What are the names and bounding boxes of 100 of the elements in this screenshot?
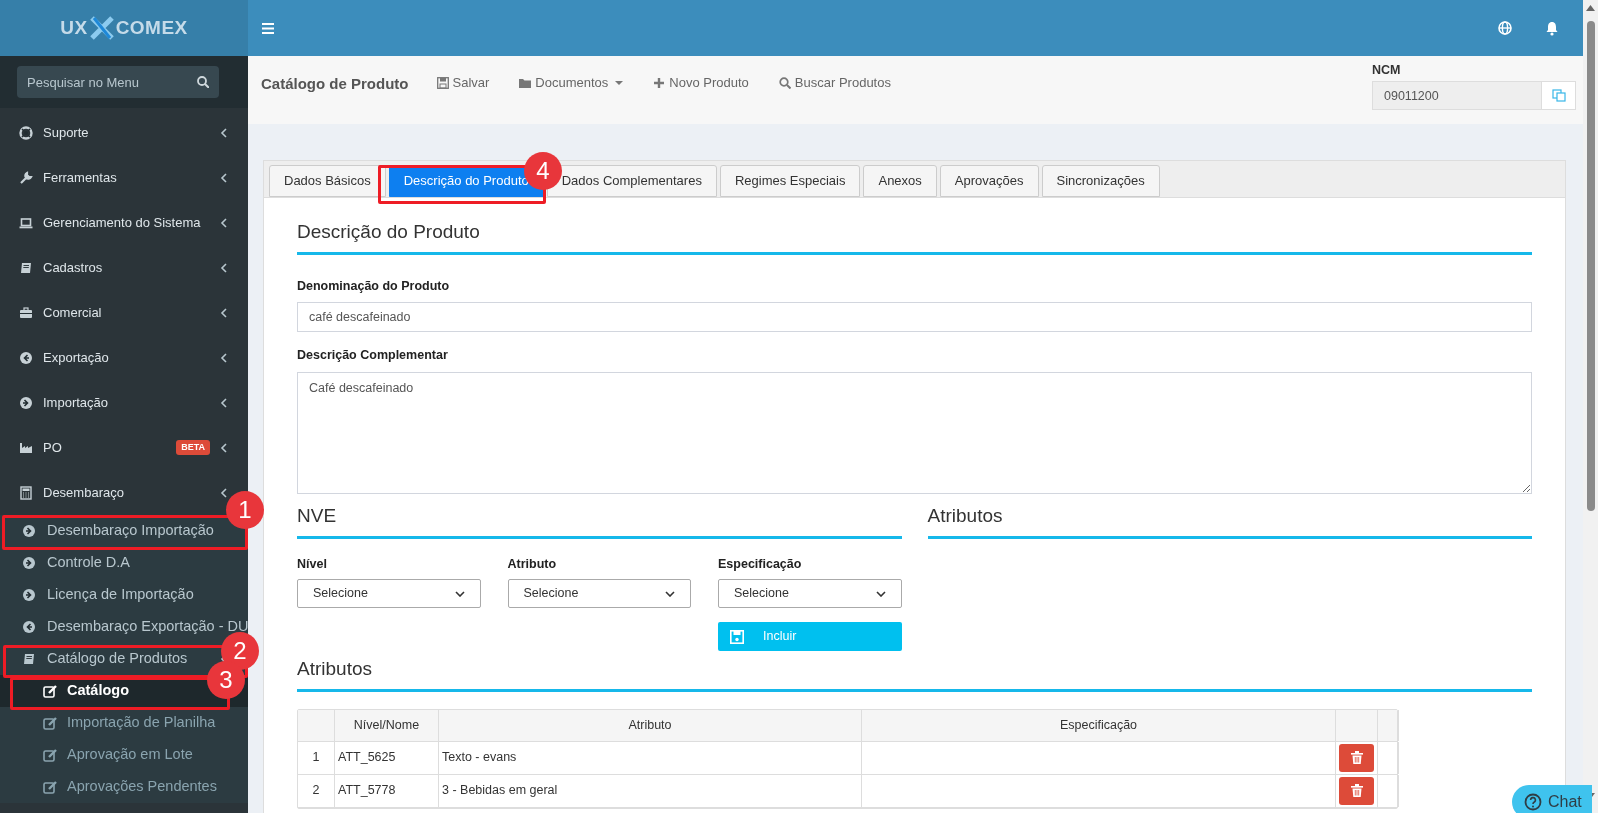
toolbar-button[interactable]: Documentos bbox=[519, 73, 624, 93]
menu-item[interactable]: Suporte bbox=[19, 122, 89, 143]
column-header: Especificação bbox=[862, 709, 1336, 741]
section-heading: Descrição do Produto bbox=[297, 218, 1532, 255]
section-heading: Atributos bbox=[927, 502, 1532, 539]
menu-item[interactable]: Ferramentas bbox=[19, 167, 117, 188]
lifebuoy-icon bbox=[19, 125, 33, 140]
scrollbar[interactable] bbox=[1583, 0, 1598, 813]
logo-text: UX bbox=[60, 15, 88, 40]
menu-item[interactable]: Cadastros bbox=[19, 257, 103, 278]
delete-button[interactable] bbox=[1339, 776, 1374, 805]
table-cell-text: ATT_5625 bbox=[338, 749, 396, 767]
tab[interactable]: Aprovações bbox=[939, 165, 1039, 197]
factory-icon bbox=[19, 440, 33, 455]
search-icon bbox=[778, 77, 791, 89]
edit-icon bbox=[43, 748, 58, 762]
menu-item[interactable]: Comercial bbox=[19, 302, 102, 323]
menu-item[interactable]: Desembaraço bbox=[19, 482, 124, 503]
arrow-left-circle-icon bbox=[19, 350, 33, 365]
submenu-item[interactable]: Desembaraço Importação bbox=[22, 520, 214, 542]
search-field[interactable]: Pesquisar no Menu bbox=[17, 66, 219, 98]
x-logo-icon bbox=[89, 16, 114, 40]
text-area[interactable]: Café descafeinado bbox=[297, 372, 1532, 494]
book-icon bbox=[22, 652, 36, 666]
chevron-icon bbox=[220, 127, 228, 138]
menu-icon[interactable] bbox=[262, 22, 274, 34]
bell-icon[interactable] bbox=[1545, 20, 1559, 36]
globe-icon[interactable] bbox=[1498, 21, 1512, 35]
tab[interactable]: Dados Básicos bbox=[269, 165, 386, 197]
submenu-item[interactable]: Licença de Importação bbox=[22, 584, 194, 606]
toolbar-button[interactable]: Novo Produto bbox=[653, 73, 749, 93]
text-field[interactable]: café descafeinado bbox=[297, 302, 1532, 333]
edit-icon bbox=[43, 780, 58, 794]
submenu-item[interactable]: Aprovações Pendentes bbox=[0, 771, 217, 803]
book-icon bbox=[19, 260, 33, 275]
chevron-down-icon bbox=[454, 590, 465, 597]
tab[interactable]: Regimes Especiais bbox=[719, 165, 861, 197]
scroll-up-icon[interactable] bbox=[1586, 5, 1595, 11]
edit-icon bbox=[43, 684, 58, 698]
arrow-right-circle-icon bbox=[22, 524, 36, 538]
copy-icon bbox=[1551, 89, 1566, 102]
save-icon bbox=[436, 77, 449, 89]
delete-button[interactable] bbox=[1339, 743, 1374, 772]
trash-icon bbox=[1350, 784, 1363, 798]
chevron-icon bbox=[220, 352, 228, 363]
chevron-icon bbox=[220, 442, 228, 453]
arrow-right-circle-icon bbox=[19, 395, 33, 410]
column-header: Nível/Nome bbox=[335, 709, 439, 741]
submenu-item[interactable]: Catálogo de Produtos bbox=[22, 648, 188, 670]
laptop-icon bbox=[19, 215, 33, 230]
dropdown[interactable]: Selecione bbox=[507, 579, 691, 609]
menu-item[interactable]: Gerenciamento do Sistema bbox=[19, 212, 201, 233]
edit-icon bbox=[43, 716, 58, 730]
chat-button[interactable]: Chat bbox=[1512, 785, 1592, 813]
wrench-icon bbox=[19, 170, 33, 185]
menu-item[interactable]: Importação bbox=[19, 392, 109, 413]
section-heading: Atributos bbox=[297, 655, 1532, 692]
table-cell-text: Texto - evans bbox=[442, 749, 517, 767]
menu-item[interactable]: Exportação bbox=[19, 347, 109, 368]
chevron-icon bbox=[220, 262, 228, 273]
submenu-item[interactable]: Importação de Planilha bbox=[0, 707, 216, 739]
arrow-right-circle-icon bbox=[22, 556, 36, 570]
logo-text: COMEX bbox=[115, 15, 188, 40]
chevron-icon bbox=[220, 397, 228, 408]
tab[interactable]: Sincronizações bbox=[1041, 165, 1160, 197]
arrow-right-circle-icon bbox=[22, 588, 36, 602]
search-icon bbox=[197, 76, 209, 88]
table-cell-text: 1 bbox=[312, 749, 320, 767]
caret-icon bbox=[615, 81, 624, 85]
column-header: Atributo bbox=[439, 709, 862, 741]
submenu-item[interactable]: Aprovação em Lote bbox=[0, 739, 193, 771]
toolbar-button[interactable]: Buscar Produtos bbox=[778, 73, 891, 93]
tab[interactable]: Anexos bbox=[863, 165, 937, 197]
calculator-icon bbox=[19, 485, 33, 500]
ncm-label: NCM bbox=[1372, 61, 1402, 79]
field-label: Nível bbox=[297, 555, 328, 573]
toolbar-button[interactable]: Salvar bbox=[436, 73, 490, 93]
trash-icon bbox=[1350, 751, 1363, 765]
submenu-item[interactable]: Controle D.A bbox=[22, 552, 130, 574]
scroll-thumb[interactable] bbox=[1586, 21, 1595, 511]
chevron-icon bbox=[220, 172, 228, 183]
menu-item[interactable]: PO bbox=[19, 437, 62, 458]
dropdown[interactable]: Selecione bbox=[297, 579, 481, 609]
table-cell-text: 3 - Bebidas em geral bbox=[442, 782, 558, 800]
save-icon bbox=[730, 629, 744, 644]
chevron-icon bbox=[220, 487, 228, 498]
field-label: Denominação do Produto bbox=[297, 277, 451, 295]
dropdown[interactable]: Selecione bbox=[718, 579, 902, 609]
table-cell-text: ATT_5778 bbox=[338, 782, 396, 800]
field-label: Especificação bbox=[718, 555, 803, 573]
ncm-field[interactable]: 09011200 bbox=[1372, 81, 1542, 110]
arrow-left-circle-icon bbox=[22, 620, 36, 634]
section-heading: NVE bbox=[297, 502, 902, 539]
field-label: Atributo bbox=[507, 555, 558, 573]
beta-badge: BETA bbox=[176, 439, 210, 456]
chevron-down-icon bbox=[875, 590, 886, 597]
plus-icon bbox=[653, 77, 666, 89]
chevron-down-icon bbox=[665, 590, 675, 597]
chevron-icon bbox=[220, 307, 228, 318]
briefcase-icon bbox=[19, 305, 33, 320]
